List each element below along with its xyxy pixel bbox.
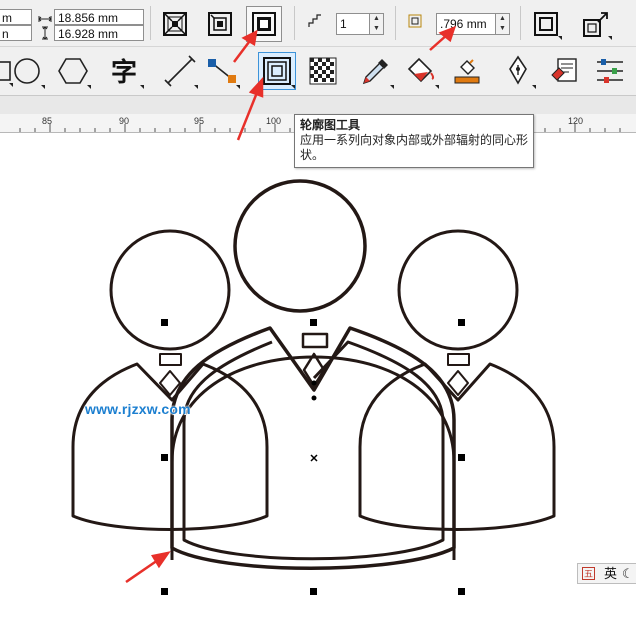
contour-tool-button[interactable] <box>258 52 296 90</box>
ruler-label: 120 <box>568 116 584 126</box>
left-person-collar[interactable] <box>159 353 182 366</box>
contour-tool-tooltip: 轮廓图工具 应用一系列向对象内部或外部辐射的同心形状。 <box>294 114 534 168</box>
ime-moon-icon[interactable]: ☾ <box>622 564 634 583</box>
connector-icon <box>208 59 236 83</box>
inside-contour-icon <box>208 12 232 36</box>
contour-to-center-button[interactable] <box>157 6 193 42</box>
interactive-fill-button[interactable] <box>403 53 439 89</box>
width-field[interactable]: 18.856 mm <box>54 9 144 25</box>
ruler-label: 85 <box>42 116 53 126</box>
contour-offset-icon <box>408 14 422 33</box>
smart-fill-icon <box>454 59 480 84</box>
selection-handle[interactable] <box>161 454 168 461</box>
selection-handle[interactable] <box>458 319 465 326</box>
left-person-body[interactable] <box>71 362 269 531</box>
x-position-field[interactable]: m <box>0 9 32 25</box>
right-person-body[interactable] <box>358 362 556 531</box>
dimension-line-icon <box>164 55 196 87</box>
smart-fill-button[interactable] <box>449 53 485 89</box>
text-tool-button[interactable]: 字 <box>108 53 144 89</box>
center-person-body[interactable] <box>170 326 456 570</box>
contour-offset-field[interactable]: .796 mm <box>436 13 496 35</box>
selection-handle[interactable] <box>310 588 317 595</box>
selection-handle[interactable] <box>161 588 168 595</box>
transparency-tool-button[interactable] <box>305 53 341 89</box>
contour-steps-icon <box>308 14 322 33</box>
selection-handle[interactable] <box>458 454 465 461</box>
outside-contour-icon <box>252 12 276 36</box>
tooltip-description: 应用一系列向对象内部或外部辐射的同心形状。 <box>300 133 529 162</box>
paint-bucket-icon <box>407 57 435 83</box>
selection-handle[interactable] <box>458 588 465 595</box>
hexagon-icon <box>58 58 88 84</box>
inside-contour-button[interactable] <box>202 6 238 42</box>
contour-offset-spinner[interactable]: ▲ ▼ <box>496 13 510 35</box>
ellipse-icon <box>14 58 40 84</box>
height-icon <box>40 26 50 45</box>
selection-handle[interactable] <box>161 319 168 326</box>
toolbar-spacer <box>0 96 636 114</box>
ime-logo-icon: 五 <box>582 567 595 580</box>
eyedropper-icon <box>362 59 388 85</box>
outside-contour-button[interactable] <box>246 6 282 42</box>
ruler-label: 100 <box>266 116 282 126</box>
ime-indicator[interactable]: 五 英 ☾ <box>577 563 636 584</box>
toolbox: 字 <box>0 47 636 96</box>
contour-corners-button[interactable] <box>528 6 564 42</box>
dimension-tool-button[interactable] <box>162 53 198 89</box>
polygon-tool-button[interactable] <box>55 53 91 89</box>
checkerboard-icon <box>309 57 337 85</box>
ime-language-label[interactable]: 英 <box>604 564 617 583</box>
object-properties-button[interactable] <box>592 53 628 89</box>
height-field[interactable]: 16.928 mm <box>54 25 144 41</box>
sliders-icon <box>597 59 623 83</box>
contour-steps-field[interactable]: 1 <box>336 13 370 35</box>
selection-center-mark <box>310 454 318 462</box>
tooltip-title: 轮廓图工具 <box>300 118 361 132</box>
contour-control-node[interactable] <box>311 395 317 401</box>
contour-color-button[interactable] <box>578 6 614 42</box>
ellipse-tool-button[interactable] <box>9 53 45 89</box>
right-person-collar[interactable] <box>447 353 470 366</box>
ruler-label: 95 <box>194 116 205 126</box>
contour-icon <box>263 57 291 85</box>
contour-steps-spinner[interactable]: ▲ ▼ <box>370 13 384 35</box>
center-person-head[interactable] <box>233 179 367 313</box>
watermark-text: www.rjzxw.com <box>85 401 191 417</box>
y-position-field[interactable]: n <box>0 25 32 41</box>
left-person-head[interactable] <box>109 229 231 351</box>
connector-tool-button[interactable] <box>204 53 240 89</box>
outline-pen-button[interactable] <box>500 53 536 89</box>
eyedropper-tool-button[interactable] <box>358 53 394 89</box>
ruler-label: 90 <box>119 116 130 126</box>
right-person-head[interactable] <box>397 229 519 351</box>
svg-text:字: 字 <box>111 57 137 88</box>
drawing-canvas[interactable] <box>0 132 636 623</box>
property-bar: m n 18.856 mm 16.928 mm 1 ▲ ▼ .796 mm ▲ … <box>0 0 636 47</box>
pen-nib-icon <box>509 55 527 85</box>
contour-to-center-icon <box>163 12 187 36</box>
text-glyph-icon: 字 <box>111 57 137 88</box>
edit-fill-icon <box>551 58 577 82</box>
edit-fill-button[interactable] <box>548 53 584 89</box>
center-person-collar[interactable] <box>301 332 329 349</box>
contour-control-node[interactable] <box>311 380 317 386</box>
selection-handle[interactable] <box>310 319 317 326</box>
